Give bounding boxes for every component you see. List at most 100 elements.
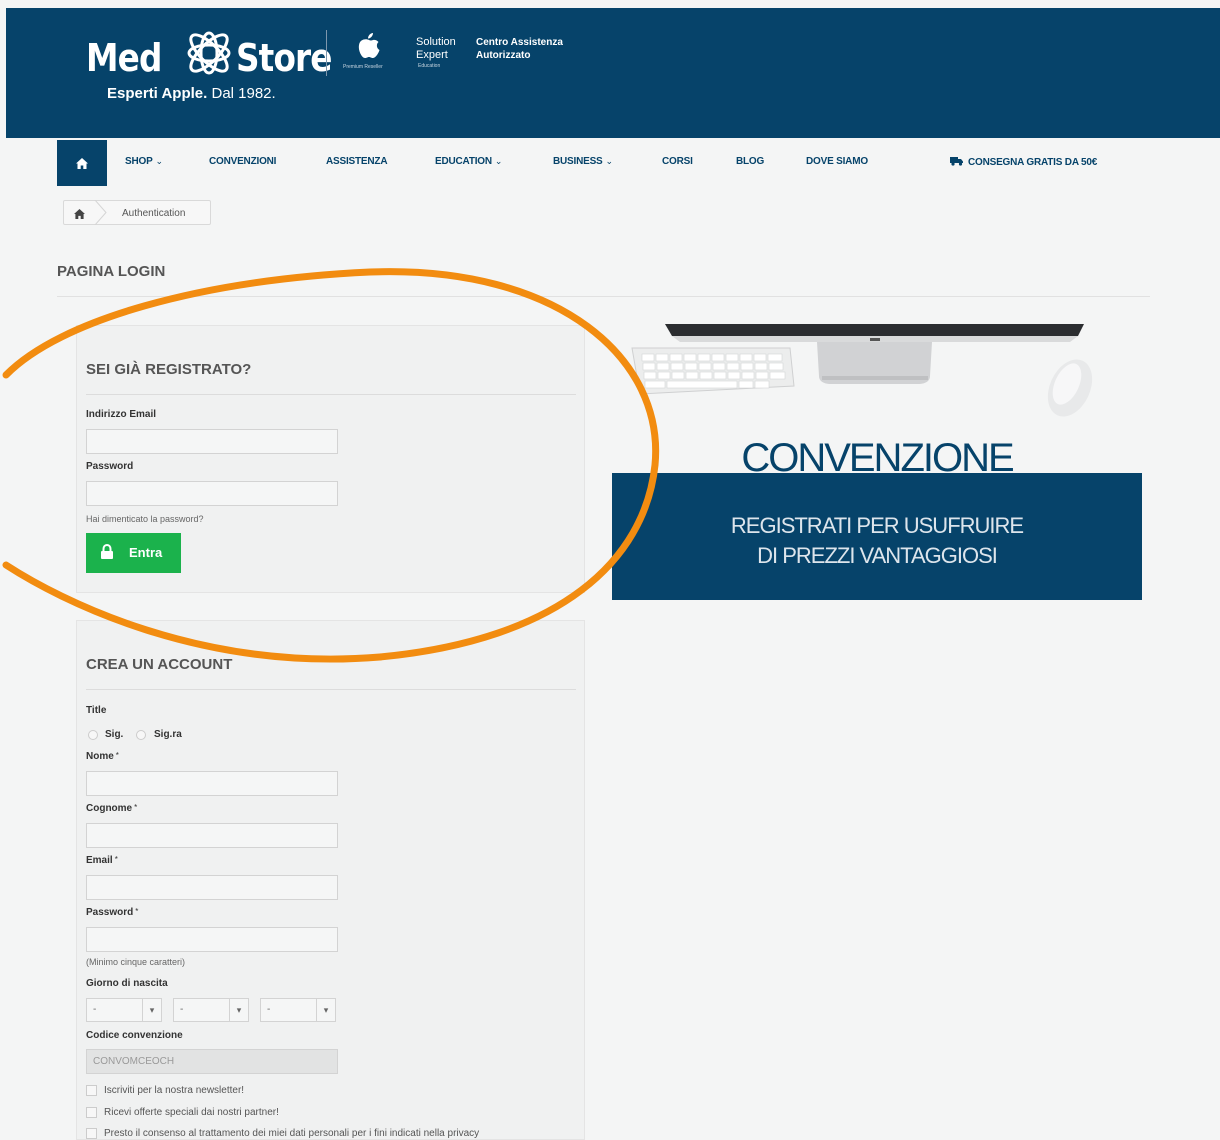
nav-home-button[interactable] [57,140,107,186]
newsletter-label: Iscriviti per la nostra newsletter! [104,1085,245,1096]
tagline-light: Dal 1982. [211,85,276,102]
email-label-text: Email [86,855,113,866]
create-account-panel: CREA UN ACCOUNT Title Sig. Sig.ra Nome * … [76,620,585,1140]
nav-consegna-label: CONSEGNA GRATIS DA 50€ [968,157,1098,168]
nav-assistenza[interactable]: ASSISTENZA [326,156,388,167]
birth-year-select[interactable]: - ▾ [260,998,336,1022]
site-header: Med Store Esperti Apple. Dal 1982. Premi… [6,8,1220,138]
promo-line1: REGISTRATI PER USUFRUIRE [730,513,1024,538]
password-label: Password * [86,907,138,918]
birth-month-value: - [180,1004,184,1015]
create-account-divider [86,689,576,690]
apple-reseller-text: Premium Reseller [343,64,383,70]
knot-icon [180,30,238,85]
centro-line2: Autorizzato [476,50,531,61]
nome-label-text: Nome [86,751,114,762]
privacy-consent-label: Presto il consenso al trattamento dei mi… [104,1128,480,1139]
required-mark: * [134,803,138,812]
chevron-down-icon: ⌄ [605,156,614,166]
login-button-label: Entra [129,545,163,560]
logo-text-store: Store [236,35,332,80]
nav-education[interactable]: EDUCATION ⌄ [435,156,502,167]
nav-convenzioni[interactable]: CONVENZIONI [209,156,276,167]
password-field[interactable] [86,481,338,506]
chevron-down-icon: ▾ [229,999,248,1021]
nav-consegna[interactable]: CONSEGNA GRATIS DA 50€ [950,156,1097,168]
breadcrumb-separator-icon [94,199,108,230]
solution-line2: Expert [416,49,448,61]
breadcrumb-current: Authentication [122,208,186,219]
login-title: SEI GIÀ REGISTRATO? [86,361,252,378]
nome-label: Nome * [86,751,119,762]
email-field[interactable] [86,429,338,454]
logo-tagline: Esperti Apple. Dal 1982. [107,85,276,102]
mac-desktop-illustration [631,324,1093,417]
nav-dove-siamo[interactable]: DOVE SIAMO [806,156,868,167]
cognome-field[interactable] [86,823,338,848]
promo-line2: DI PREZZI VANTAGGIOSI [757,543,998,568]
nav-shop-label: SHOP [125,156,153,167]
birth-day-select[interactable]: - ▾ [86,998,162,1022]
header-divider [326,30,327,76]
convention-code-label: Codice convenzione [86,1030,183,1041]
password-label-text: Password [86,907,134,918]
required-mark: * [135,907,139,916]
nav-corsi[interactable]: CORSI [662,156,693,167]
tagline-bold: Esperti Apple. [107,85,208,102]
apple-logo-icon [356,30,382,65]
breadcrumb-home-icon[interactable] [74,206,85,224]
solution-education-text: Education [418,63,441,69]
solution-line1: Solution [416,36,456,48]
privacy-consent-checkbox[interactable] [86,1128,97,1139]
cognome-label: Cognome * [86,803,137,814]
forgot-password-link[interactable]: Hai dimenticato la password? [86,514,204,524]
login-button[interactable]: Entra [86,533,181,573]
email-label: Email * [86,855,118,866]
birth-day-value: - [93,1004,97,1015]
logo-text-med: Med [86,35,162,80]
login-divider [86,394,576,395]
promo-banner: REGISTRATI PER USUFRUIRE DI PREZZI VANTA… [612,473,1142,600]
create-password-field[interactable] [86,927,338,952]
login-panel: SEI GIÀ REGISTRATO? Indirizzo Email Pass… [76,325,585,593]
convention-code-field [86,1049,338,1074]
title-label: Title [86,705,107,716]
required-mark: * [115,751,119,760]
birth-date-label: Giorno di nascita [86,978,168,989]
password-hint: (Minimo cinque caratteri) [86,957,186,967]
promo-title: CONVENZIONE [741,436,1014,480]
page-title: PAGINA LOGIN [57,263,166,280]
breadcrumb: Authentication [63,199,211,226]
nav-shop[interactable]: SHOP ⌄ [125,156,163,167]
chevron-down-icon: ▾ [142,999,161,1021]
radio-sig[interactable] [88,730,98,740]
chevron-down-icon: ⌄ [494,156,503,166]
radio-sigra[interactable] [136,730,146,740]
chevron-down-icon: ▾ [316,999,335,1021]
medstore-logo[interactable]: Med Store [86,30,347,85]
password-label: Password [86,461,134,472]
centro-assistenza-text: Centro Assistenza Autorizzato [476,36,563,62]
birth-month-select[interactable]: - ▾ [173,998,249,1022]
nav-business[interactable]: BUSINESS ⌄ [553,156,613,167]
centro-line1: Centro Assistenza [476,37,563,48]
nav-blog[interactable]: BLOG [736,156,764,167]
email-label: Indirizzo Email [86,409,157,420]
nav-education-label: EDUCATION [435,156,492,167]
nome-field[interactable] [86,771,338,796]
title-divider [57,296,1150,297]
birth-year-value: - [267,1004,271,1015]
required-mark: * [114,855,118,864]
chevron-down-icon: ⌄ [155,156,164,166]
solution-expert-text: Solution Expert [416,36,456,62]
create-email-field[interactable] [86,875,338,900]
lock-icon [101,544,113,559]
radio-sig-label: Sig. [105,729,124,740]
truck-icon [950,157,963,166]
convenzione-promo[interactable]: CONVENZIONE REGISTRATI PER USUFRUIRE DI … [612,318,1142,600]
partner-offers-checkbox[interactable] [86,1107,97,1118]
partner-offers-label: Ricevi offerte speciali dai nostri partn… [104,1107,279,1118]
newsletter-checkbox[interactable] [86,1085,97,1096]
cognome-label-text: Cognome [86,803,133,814]
radio-sigra-label: Sig.ra [154,729,182,740]
